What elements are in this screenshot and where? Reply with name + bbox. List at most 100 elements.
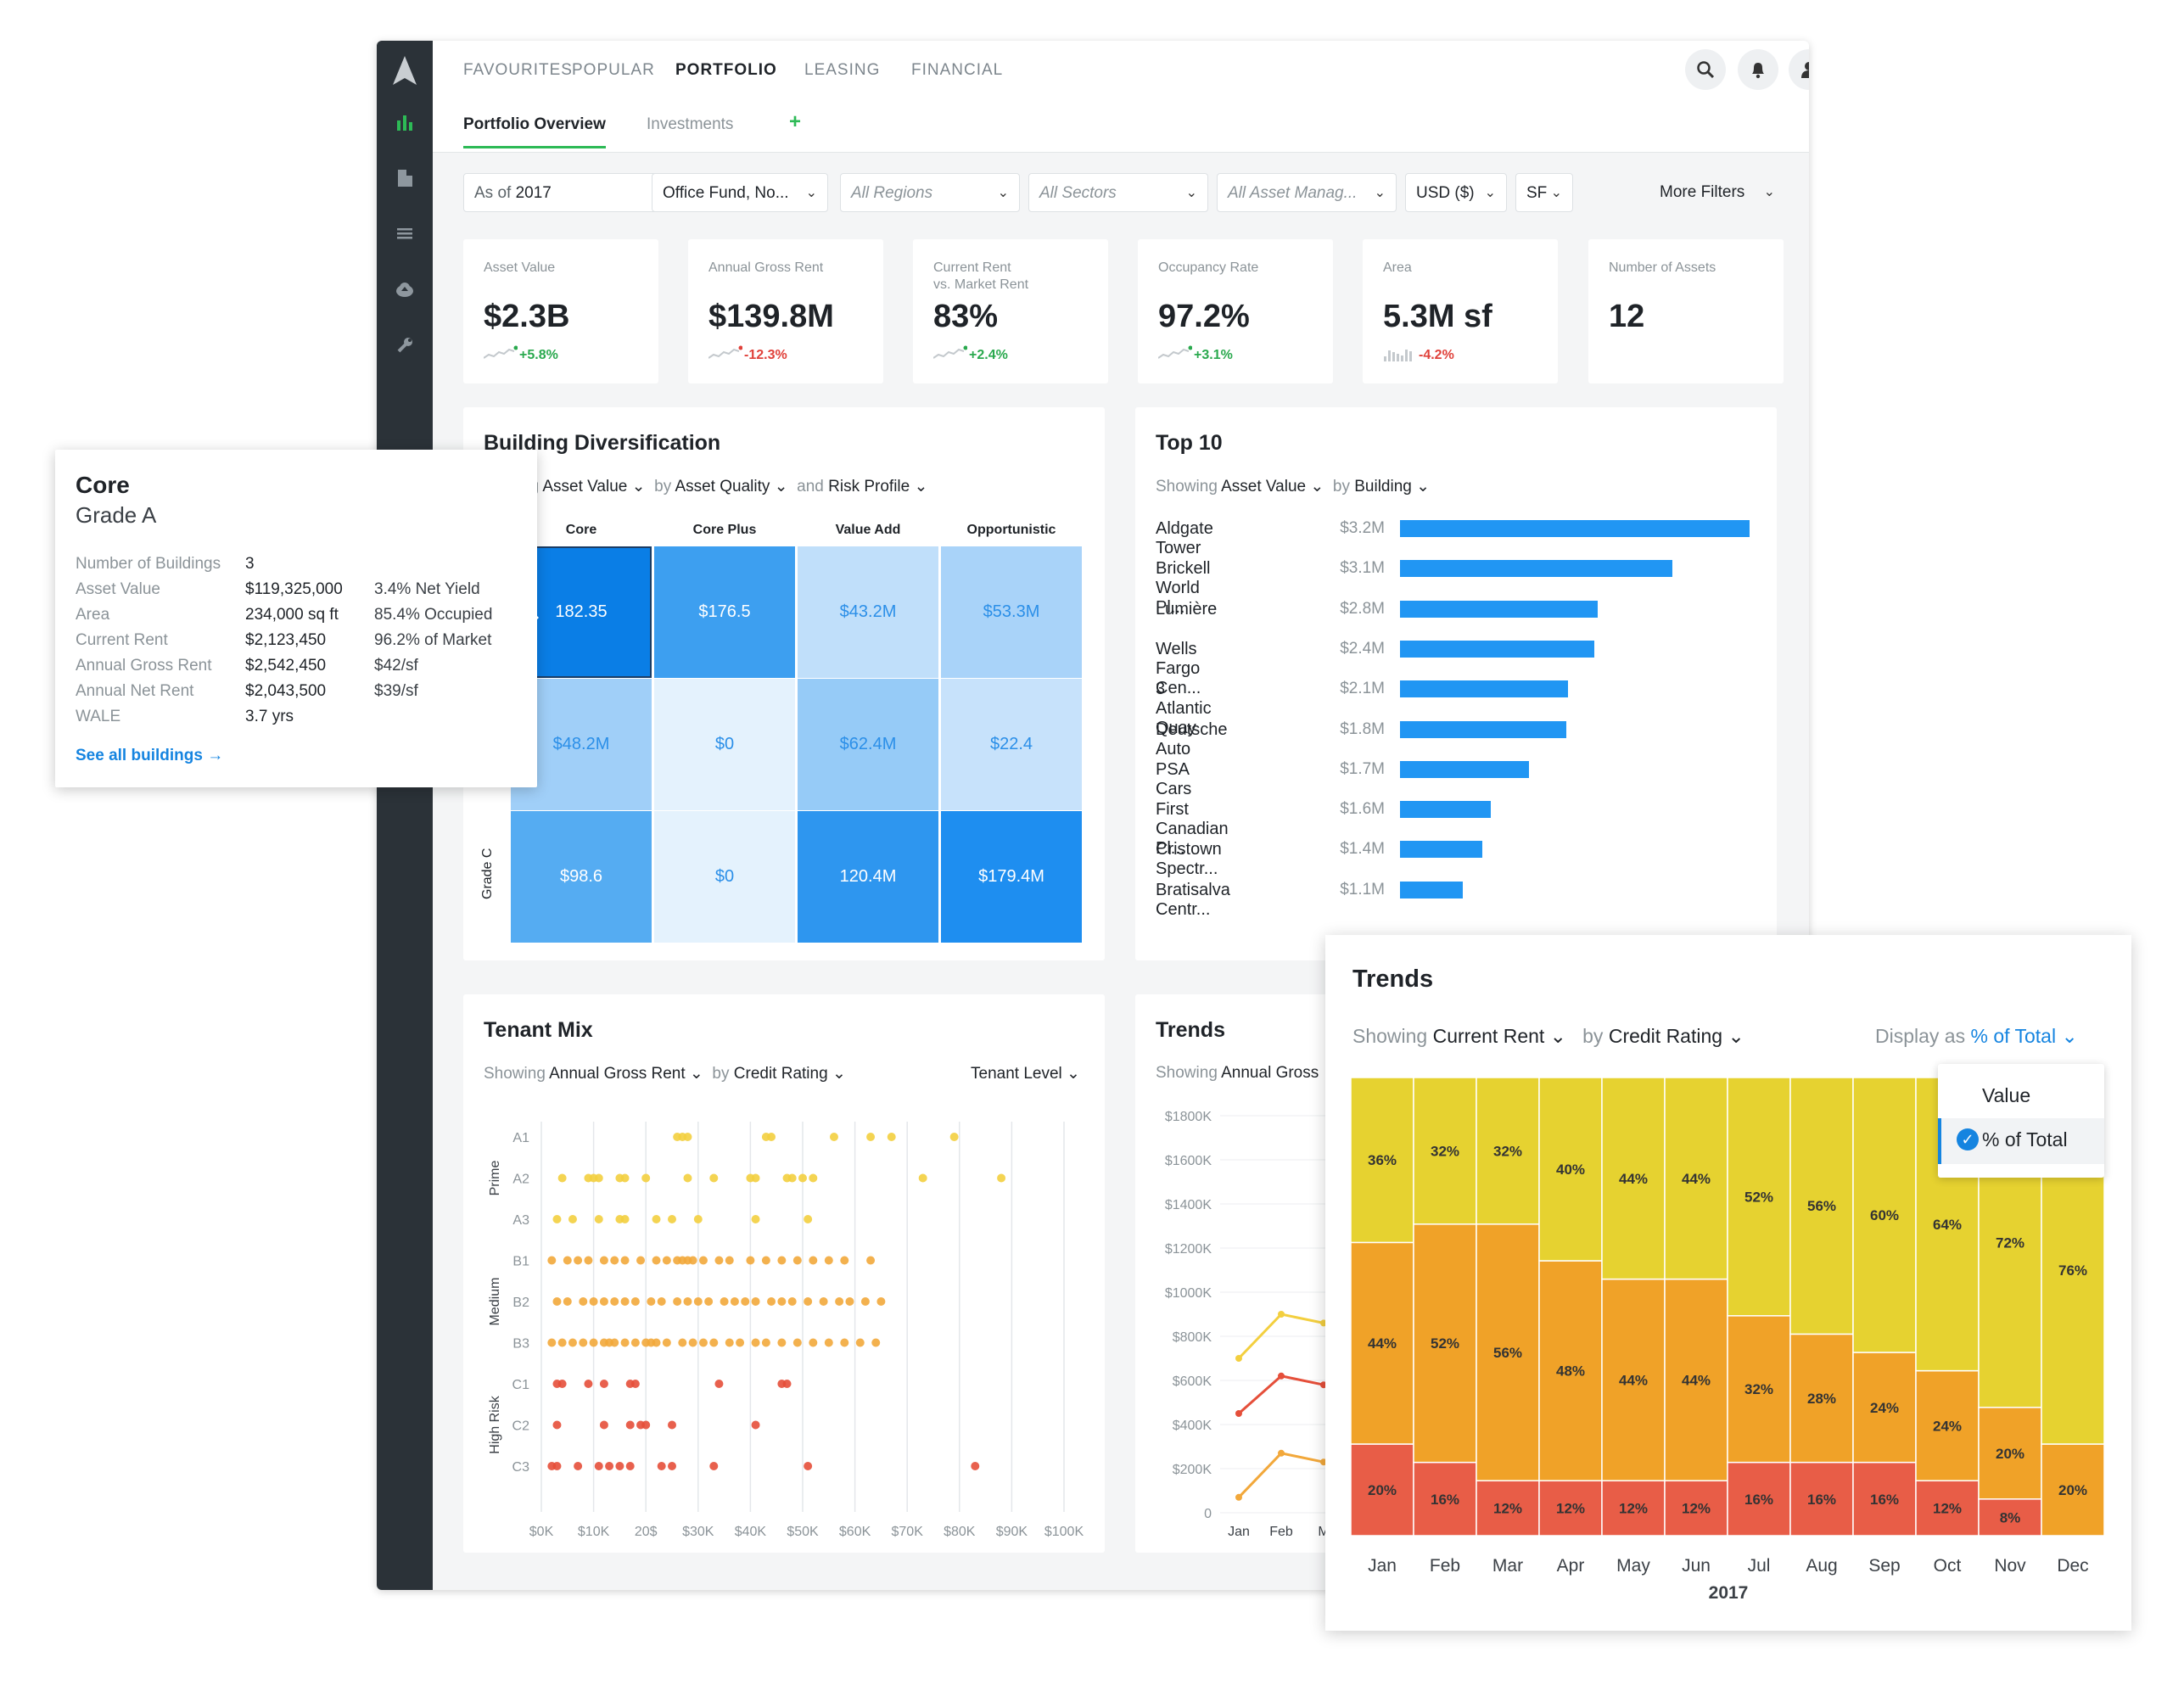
building-icon[interactable] [377, 168, 433, 192]
scatter-point[interactable] [777, 1256, 787, 1265]
scatter-point[interactable] [751, 1297, 760, 1306]
top10-bar[interactable] [1400, 841, 1482, 859]
scatter-point[interactable] [804, 1215, 813, 1223]
filter-as-of[interactable]: As of 2017⌄ [463, 173, 677, 212]
scatter-point[interactable] [798, 1173, 807, 1183]
user-button[interactable] [1789, 49, 1809, 90]
scatter-point[interactable] [574, 1256, 583, 1265]
scatter-point[interactable] [647, 1297, 656, 1306]
scatter-point[interactable] [652, 1338, 661, 1347]
scatter-point[interactable] [688, 1338, 697, 1347]
scatter-point[interactable] [568, 1338, 577, 1347]
see-all-buildings-link[interactable]: See all buildings → [76, 747, 223, 765]
chart-icon[interactable] [377, 112, 433, 136]
heatmap-cell[interactable]: $53.3M [941, 546, 1082, 678]
scatter-point[interactable] [997, 1173, 1006, 1183]
scatter-point[interactable] [620, 1215, 630, 1223]
scatter-point[interactable] [804, 1297, 813, 1306]
scatter-point[interactable] [787, 1297, 797, 1306]
tab-investments[interactable]: Investments [647, 115, 733, 134]
scatter-point[interactable] [563, 1256, 572, 1265]
scatter-point[interactable] [751, 1338, 760, 1347]
scatter-point[interactable] [714, 1380, 724, 1388]
heatmap-cell[interactable]: $62.4M [798, 679, 938, 810]
filter-sectors[interactable]: All Sectors ⌄ [1028, 173, 1208, 212]
scatter-point[interactable] [866, 1256, 876, 1265]
kpi-card[interactable]: Current Rent vs. Market Rent 83% +2.4% [913, 239, 1108, 383]
scatter-point[interactable] [620, 1338, 630, 1347]
scatter-point[interactable] [594, 1173, 603, 1183]
scatter-point[interactable] [668, 1215, 676, 1223]
scatter-point[interactable] [730, 1297, 739, 1306]
top10-bar[interactable] [1400, 560, 1673, 578]
filter-currency[interactable]: USD ($) ⌄ [1405, 173, 1507, 212]
scatter-point[interactable] [610, 1338, 619, 1347]
scatter-point[interactable] [829, 1133, 838, 1141]
scatter-point[interactable] [725, 1256, 734, 1265]
scatter-point[interactable] [615, 1462, 624, 1470]
scatter-point[interactable] [761, 1256, 770, 1265]
kpi-card[interactable]: Annual Gross Rent $139.8M -12.3% [688, 239, 883, 383]
scatter-point[interactable] [668, 1462, 676, 1470]
scatter-point[interactable] [652, 1215, 661, 1223]
scatter-point[interactable] [652, 1256, 661, 1265]
scatter-point[interactable] [630, 1380, 640, 1388]
scatter-point[interactable] [599, 1380, 608, 1388]
scatter-point[interactable] [761, 1338, 770, 1347]
scatter-point[interactable] [751, 1173, 760, 1183]
search-button[interactable] [1685, 49, 1726, 90]
scatter-point[interactable] [782, 1380, 792, 1388]
logo-icon[interactable] [377, 56, 433, 90]
top10-bar[interactable] [1400, 600, 1598, 618]
dropdown-option-value[interactable]: Value [1982, 1084, 2030, 1107]
scatter-point[interactable] [557, 1173, 567, 1183]
heatmap-cell[interactable]: $43.2M [798, 546, 938, 678]
scatter-point[interactable] [563, 1297, 572, 1306]
scatter-point[interactable] [662, 1338, 671, 1347]
line-point[interactable] [1235, 1493, 1242, 1501]
scatter-point[interactable] [698, 1338, 708, 1347]
heatmap-cell[interactable]: $0 [654, 679, 795, 810]
by-select[interactable]: Asset Quality [675, 478, 770, 495]
scatter-point[interactable] [949, 1133, 959, 1141]
line-point[interactable] [1278, 1372, 1285, 1380]
scatter-point[interactable] [547, 1338, 557, 1347]
scatter-point[interactable] [736, 1338, 745, 1347]
scatter-point[interactable] [855, 1338, 865, 1347]
scatter-point[interactable] [589, 1297, 598, 1306]
scatter-point[interactable] [751, 1420, 760, 1430]
scatter-point[interactable] [809, 1338, 818, 1347]
scatter-point[interactable] [835, 1297, 844, 1306]
scatter-point[interactable] [605, 1462, 614, 1470]
scatter-point[interactable] [557, 1338, 567, 1347]
scatter-point[interactable] [704, 1297, 714, 1306]
scatter-point[interactable] [599, 1420, 608, 1430]
add-tab-button[interactable]: + [789, 110, 801, 134]
scatter-point[interactable] [599, 1256, 608, 1265]
filter-fund[interactable]: Office Fund, No... ⌄ [652, 173, 828, 212]
scatter-point[interactable] [746, 1256, 755, 1265]
scatter-point[interactable] [777, 1297, 787, 1306]
scatter-point[interactable] [809, 1256, 818, 1265]
top10-bar[interactable] [1400, 801, 1492, 819]
scatter-point[interactable] [579, 1338, 588, 1347]
scatter-point[interactable] [845, 1297, 854, 1306]
scatter-point[interactable] [678, 1338, 687, 1347]
scatter-point[interactable] [876, 1297, 886, 1306]
scatter-point[interactable] [683, 1297, 692, 1306]
kpi-card[interactable]: Number of Assets 12 [1588, 239, 1784, 383]
scatter-point[interactable] [693, 1297, 703, 1306]
scatter-point[interactable] [792, 1338, 802, 1347]
scatter-point[interactable] [594, 1462, 603, 1470]
heatmap-cell[interactable]: $179.4M [941, 811, 1082, 943]
scatter-point[interactable] [709, 1173, 719, 1183]
scatter-point[interactable] [552, 1215, 562, 1223]
filter-asset-managers[interactable]: All Asset Manag... ⌄ [1217, 173, 1397, 212]
scatter-point[interactable] [568, 1215, 577, 1223]
nav-favourites[interactable]: FAVOURITES [463, 61, 573, 80]
heatmap-cell[interactable]: $176.5 [654, 546, 795, 678]
heatmap-cell[interactable]: 120.4M [798, 811, 938, 943]
line-series[interactable] [1237, 1452, 1324, 1498]
scatter-point[interactable] [668, 1420, 676, 1430]
scatter-point[interactable] [673, 1297, 682, 1306]
